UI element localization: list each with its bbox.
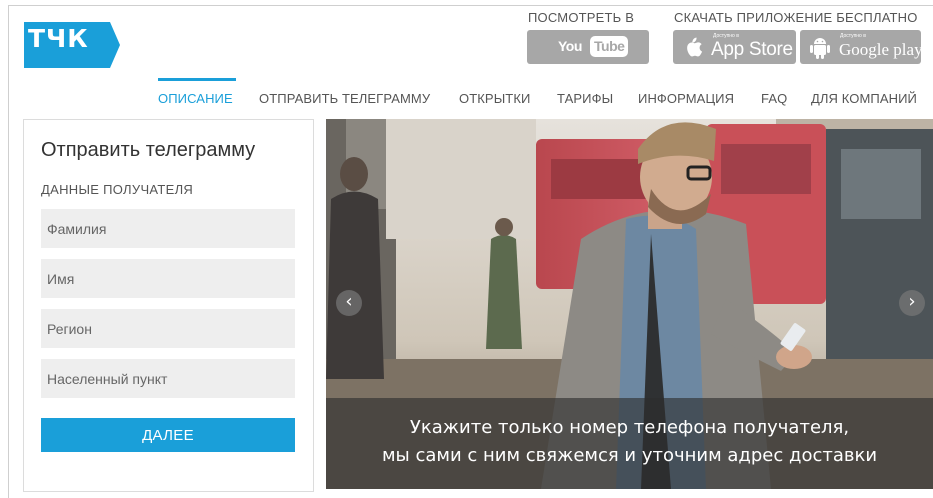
form-title: Отправить телеграмму [41, 139, 256, 161]
form-subtitle: ДАННЫЕ ПОЛУЧАТЕЛЯ [41, 182, 194, 197]
app-store-label: App Store [711, 39, 793, 60]
send-telegram-form: Отправить телеграмму ДАННЫЕ ПОЛУЧАТЕЛЯ Д… [23, 119, 314, 492]
app-store-button[interactable]: Доступно в App Store [673, 30, 796, 64]
nav-item-faq[interactable]: FAQ [761, 91, 787, 106]
chevron-left-icon[interactable]: ‹ [336, 290, 362, 316]
hero-caption-line-1: Укажите только номер телефона получателя… [409, 417, 850, 438]
next-button[interactable]: ДАЛЕЕ [41, 418, 295, 452]
android-icon [810, 38, 830, 59]
hero-slider: Укажите только номер телефона получателя… [326, 119, 933, 489]
apple-icon [687, 37, 703, 57]
youtube-button[interactable]: You Tube [527, 30, 649, 64]
region-field[interactable] [41, 309, 295, 348]
google-play-button[interactable]: Доступно в Google play [800, 30, 923, 64]
nav-item-postcards[interactable]: ОТКРЫТКИ [459, 91, 530, 106]
nav-item-information[interactable]: ИНФОРМАЦИЯ [638, 91, 734, 106]
google-play-label: Google play [839, 40, 923, 59]
chevron-right-icon[interactable]: › [899, 290, 925, 316]
youtube-caption: ПОСМОТРЕТЬ В [528, 10, 635, 25]
caption-band [326, 398, 933, 489]
hero-caption-line-2: мы сами с ним свяжемся и уточним адрес д… [381, 445, 878, 466]
locality-field[interactable] [41, 359, 295, 398]
apps-caption: СКАЧАТЬ ПРИЛОЖЕНИЕ БЕСПЛАТНО [674, 10, 918, 25]
nav-item-tariffs[interactable]: ТАРИФЫ [557, 91, 613, 106]
youtube-you-text: You [558, 38, 582, 54]
last-name-field[interactable] [41, 209, 295, 248]
youtube-tube-text: Tube [590, 36, 629, 57]
nav-item-description[interactable]: ОПИСАНИЕ [158, 91, 233, 106]
logo-text: ТЧК [28, 24, 89, 53]
nav-item-send-telegram[interactable]: ОТПРАВИТЬ ТЕЛЕГРАММУ [259, 91, 430, 106]
nav-active-indicator [158, 78, 236, 81]
google-play-small-text: Доступно в [840, 33, 866, 39]
nav-item-for-companies[interactable]: ДЛЯ КОМПАНИЙ [811, 91, 917, 106]
first-name-field[interactable] [41, 259, 295, 298]
